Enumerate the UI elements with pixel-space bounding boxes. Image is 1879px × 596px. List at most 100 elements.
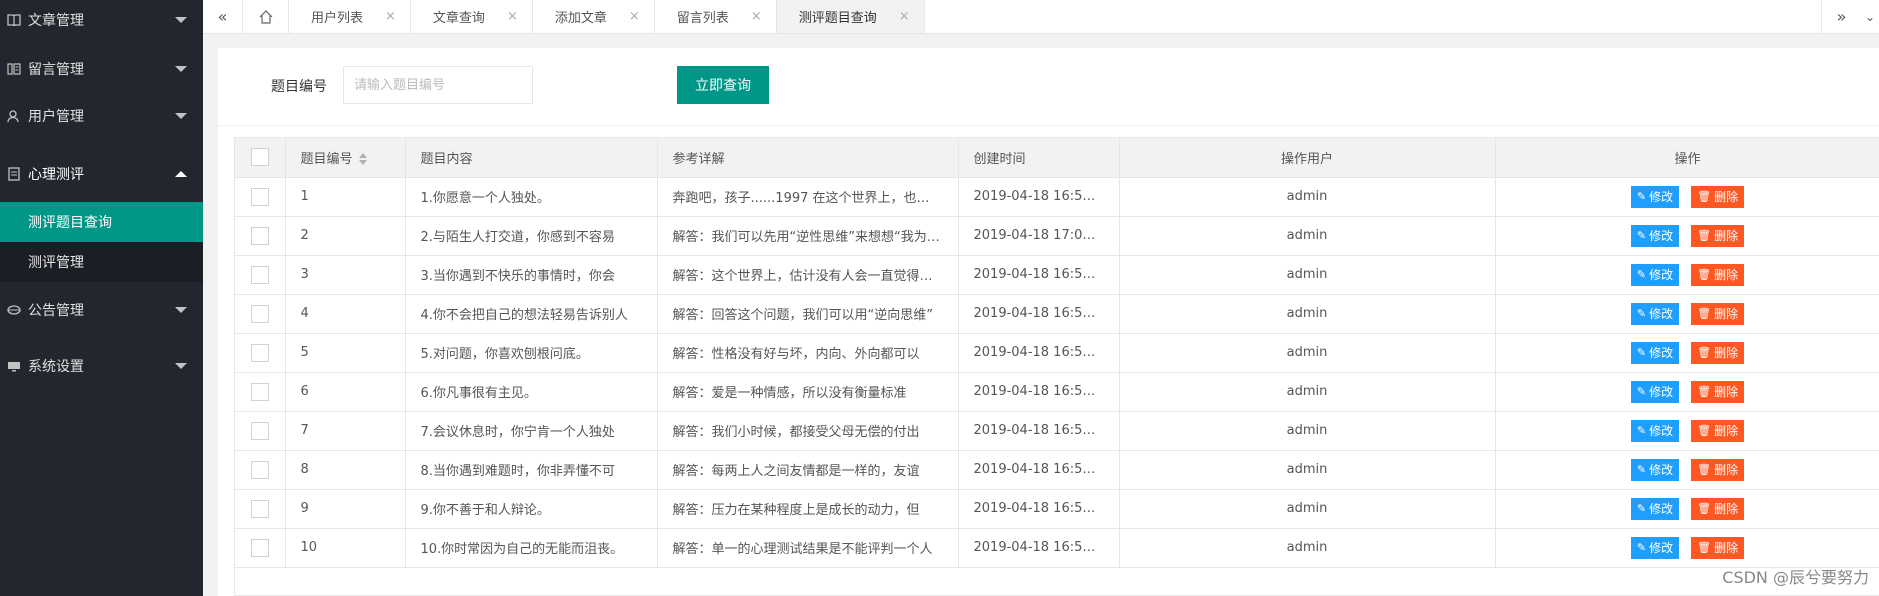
tab-article-query[interactable]: 文章查询 ×: [411, 0, 533, 33]
delete-button[interactable]: 🗑 删除: [1691, 263, 1745, 286]
edit-label: 修改: [1649, 268, 1674, 282]
sort-icon[interactable]: [358, 153, 367, 166]
nav-user-management[interactable]: 用户管理: [0, 98, 203, 134]
close-icon[interactable]: ×: [385, 9, 396, 24]
header-id[interactable]: 题目编号: [285, 138, 406, 178]
delete-button[interactable]: 🗑 删除: [1691, 497, 1745, 520]
row-checkbox[interactable]: [250, 187, 269, 206]
subnav-item-question-query[interactable]: 测评题目查询: [0, 202, 203, 242]
row-checkbox[interactable]: [250, 343, 269, 362]
row-checkbox[interactable]: [250, 304, 269, 323]
delete-button[interactable]: 🗑 删除: [1691, 185, 1745, 208]
row-checkbox[interactable]: [250, 382, 269, 401]
row-checkbox[interactable]: [250, 460, 269, 479]
delete-label: 删除: [1714, 268, 1739, 282]
nav-psych-test[interactable]: 心理测评: [0, 156, 203, 192]
book-icon: [6, 12, 22, 28]
tab-add-article[interactable]: 添加文章 ×: [533, 0, 655, 33]
cell-content: 5.对问题，你喜欢刨根问底。: [405, 333, 658, 373]
main-panel: 题目编号 立即查询 题目编号 题目内容 参考详解 创建时间: [218, 48, 1879, 596]
nav-system-settings[interactable]: 系统设置: [0, 338, 203, 394]
cell-user: admin: [1119, 333, 1496, 373]
subnav-item-test-management[interactable]: 测评管理: [0, 242, 203, 282]
cell-actions: ✎ 修改 🗑 删除: [1495, 489, 1879, 529]
delete-label: 删除: [1714, 424, 1739, 438]
cell-id: 3: [285, 255, 406, 295]
edit-button[interactable]: ✎ 修改: [1630, 380, 1680, 403]
cell-content: 7.会议休息时，你宁肯一个人独处: [405, 411, 658, 451]
edit-button[interactable]: ✎ 修改: [1630, 224, 1680, 247]
double-chevron-left-icon[interactable]: «: [203, 0, 243, 33]
nav-label: 系统设置: [28, 359, 84, 375]
tab-user-list[interactable]: 用户列表 ×: [289, 0, 411, 33]
row-checkbox[interactable]: [250, 226, 269, 245]
row-checkbox-cell: [235, 372, 286, 412]
cell-user: admin: [1119, 489, 1496, 529]
cell-time: 2019-04-18 16:58:37: [958, 333, 1120, 373]
double-chevron-right-icon[interactable]: »: [1821, 0, 1861, 33]
delete-button[interactable]: 🗑 删除: [1691, 458, 1745, 481]
edit-button[interactable]: ✎ 修改: [1630, 458, 1680, 481]
edit-icon: ✎: [1636, 307, 1647, 320]
table-row: 9 9.你不善于和人辩论。 解答：压力在某种程度上是成长的动力，但 2019-04-1…: [235, 489, 1879, 529]
edit-label: 修改: [1649, 229, 1674, 243]
tab-message-list[interactable]: 留言列表 ×: [655, 0, 777, 33]
tab-label: 测评题目查询: [798, 11, 877, 26]
subnav: 测评题目查询 测评管理: [0, 202, 203, 282]
delete-button[interactable]: 🗑 删除: [1691, 224, 1745, 247]
delete-button[interactable]: 🗑 删除: [1691, 536, 1745, 559]
edit-button[interactable]: ✎ 修改: [1630, 263, 1680, 286]
edit-button[interactable]: ✎ 修改: [1630, 419, 1680, 442]
nav-announcement-management[interactable]: 公告管理: [0, 282, 203, 338]
home-icon[interactable]: [243, 0, 289, 33]
cell-actions: ✎ 修改 🗑 删除: [1495, 333, 1879, 373]
watermark: CSDN @辰兮要努力: [1722, 568, 1869, 587]
edit-button[interactable]: ✎ 修改: [1630, 536, 1680, 559]
edit-button[interactable]: ✎ 修改: [1630, 185, 1680, 208]
edit-icon: ✎: [1636, 229, 1647, 242]
cell-time: 2019-04-18 16:59:21: [958, 450, 1120, 490]
search-button[interactable]: 立即查询: [677, 66, 769, 104]
delete-button[interactable]: 🗑 删除: [1691, 419, 1745, 442]
cell-answer: 解答：性格没有好与坏，内向、外向都可以: [657, 333, 959, 373]
delete-button[interactable]: 🗑 删除: [1691, 380, 1745, 403]
close-icon[interactable]: ×: [629, 9, 640, 24]
row-checkbox-cell: [235, 294, 286, 334]
edit-button[interactable]: ✎ 修改: [1630, 341, 1680, 364]
edit-label: 修改: [1649, 385, 1674, 399]
cell-content: 4.你不会把自己的想法轻易告诉别人: [405, 294, 658, 334]
edit-icon: ✎: [1636, 424, 1647, 437]
row-checkbox-cell: [235, 411, 286, 451]
trash-icon: 🗑: [1697, 463, 1712, 476]
close-icon[interactable]: ×: [751, 9, 762, 24]
cell-content: 8.当你遇到难题时，你非弄懂不可: [405, 450, 658, 490]
table-row: 10 10.你时常因为自己的无能而沮丧。 解答：单一的心理测试结果是不能评判一个人 2…: [235, 528, 1879, 568]
row-checkbox[interactable]: [250, 421, 269, 440]
question-table: 题目编号 题目内容 参考详解 创建时间 操作用户 操作 1 1.你愿意一个人独处。…: [234, 137, 1879, 596]
cell-actions: ✎ 修改 🗑 删除: [1495, 294, 1879, 334]
edit-button[interactable]: ✎ 修改: [1630, 302, 1680, 325]
row-checkbox-cell: [235, 489, 286, 529]
document-icon: [6, 166, 22, 182]
cell-actions: ✎ 修改 🗑 删除: [1495, 372, 1879, 412]
edit-button[interactable]: ✎ 修改: [1630, 497, 1680, 520]
delete-button[interactable]: 🗑 删除: [1691, 302, 1745, 325]
nav-article-management[interactable]: 文章管理: [0, 0, 203, 40]
row-checkbox[interactable]: [250, 265, 269, 284]
question-id-input[interactable]: [343, 66, 533, 104]
close-icon[interactable]: ×: [507, 9, 518, 24]
close-icon[interactable]: ×: [899, 9, 910, 24]
row-checkbox[interactable]: [250, 499, 269, 518]
cell-id: 8: [285, 450, 406, 490]
select-all-checkbox[interactable]: [250, 148, 269, 167]
edit-icon: ✎: [1636, 541, 1647, 554]
trash-icon: 🗑: [1697, 346, 1712, 359]
chevron-down-icon[interactable]: ⌄: [1861, 0, 1879, 33]
tab-question-query[interactable]: 测评题目查询 ×: [776, 0, 925, 33]
row-checkbox[interactable]: [250, 538, 269, 557]
cell-time: 2019-04-18 17:00:17: [958, 216, 1120, 256]
delete-button[interactable]: 🗑 删除: [1691, 341, 1745, 364]
trash-icon: 🗑: [1697, 307, 1712, 320]
search-label: 题目编号: [271, 79, 327, 95]
nav-message-management[interactable]: 留言管理: [0, 40, 203, 98]
